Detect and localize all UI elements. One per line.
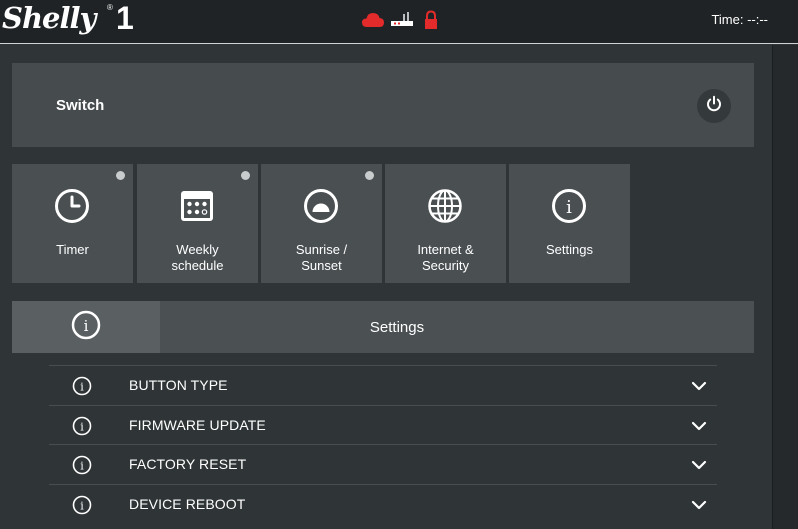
shelly-logo: Shelly [2,1,96,35]
settings-item-factory-reset[interactable]: i FACTORY RESET [49,444,717,484]
tile-weekly-schedule[interactable]: Weekly schedule [137,164,258,283]
settings-item-device-reboot[interactable]: i DEVICE REBOOT [49,483,717,524]
settings-item-label: FACTORY RESET [129,456,247,472]
sunrise-icon [303,188,339,224]
power-button[interactable] [697,89,731,123]
svg-text:i: i [80,381,84,394]
info-icon: i [551,188,587,224]
settings-tab-title: Settings [369,318,425,336]
switch-panel: Switch [12,63,754,147]
router-icon [390,10,414,33]
calendar-icon [179,188,215,224]
settings-item-button-type[interactable]: i BUTTON TYPE [49,365,717,405]
svg-text:i: i [566,197,572,218]
info-icon: i [72,416,92,436]
side-scroll-strip[interactable] [772,45,798,529]
settings-item-label: DEVICE REBOOT [129,495,246,512]
settings-item-firmware-update[interactable]: i FIRMWARE UPDATE [49,404,717,445]
logo-registered-mark: ® [107,3,113,12]
info-icon: i [71,310,101,345]
tile-label: Weekly schedule [171,242,224,273]
svg-text:i: i [80,499,84,512]
tile-timer[interactable]: Timer [12,164,133,283]
tile-label: Settings [546,242,593,257]
settings-tab-bar: i Settings [12,301,754,353]
tile-internet-security[interactable]: Internet & Security [385,164,506,283]
chevron-down-icon[interactable] [691,418,707,434]
tile-label: Timer [56,242,89,257]
device-time: Time: --:-- [711,12,768,27]
indicator-dot [241,171,250,180]
chevron-down-icon[interactable] [691,457,707,473]
indicator-dot [365,171,374,180]
clock-icon [54,188,90,224]
connection-status-icons [361,10,443,32]
tile-sunrise-sunset[interactable]: Sunrise / Sunset [261,164,382,283]
indicator-dot [116,171,125,180]
tile-settings[interactable]: i Settings [509,164,630,283]
settings-tab-icon-button[interactable]: i [12,301,160,353]
top-header: Shelly ® 1 Time: --:-- [0,0,798,44]
info-icon: i [72,455,92,475]
svg-text:i: i [80,420,84,433]
cloud-icon [361,12,385,33]
switch-label: Switch [56,97,105,114]
svg-text:i: i [84,317,89,335]
settings-item-label: FIRMWARE UPDATE [129,416,266,433]
info-icon: i [72,376,92,396]
logo-model-number: 1 [116,0,134,36]
info-icon: i [72,495,92,515]
tile-label: Sunrise / Sunset [295,242,348,273]
settings-item-label: BUTTON TYPE [129,377,228,393]
svg-text:i: i [80,460,84,473]
chevron-down-icon[interactable] [691,497,707,513]
tile-label: Internet & Security [417,242,474,273]
power-icon [705,95,723,118]
globe-icon [427,188,463,224]
lock-icon [424,10,438,35]
settings-accordion: i BUTTON TYPE i FIRMWARE UPDATE i FACTOR… [49,365,717,523]
chevron-down-icon[interactable] [691,378,707,394]
